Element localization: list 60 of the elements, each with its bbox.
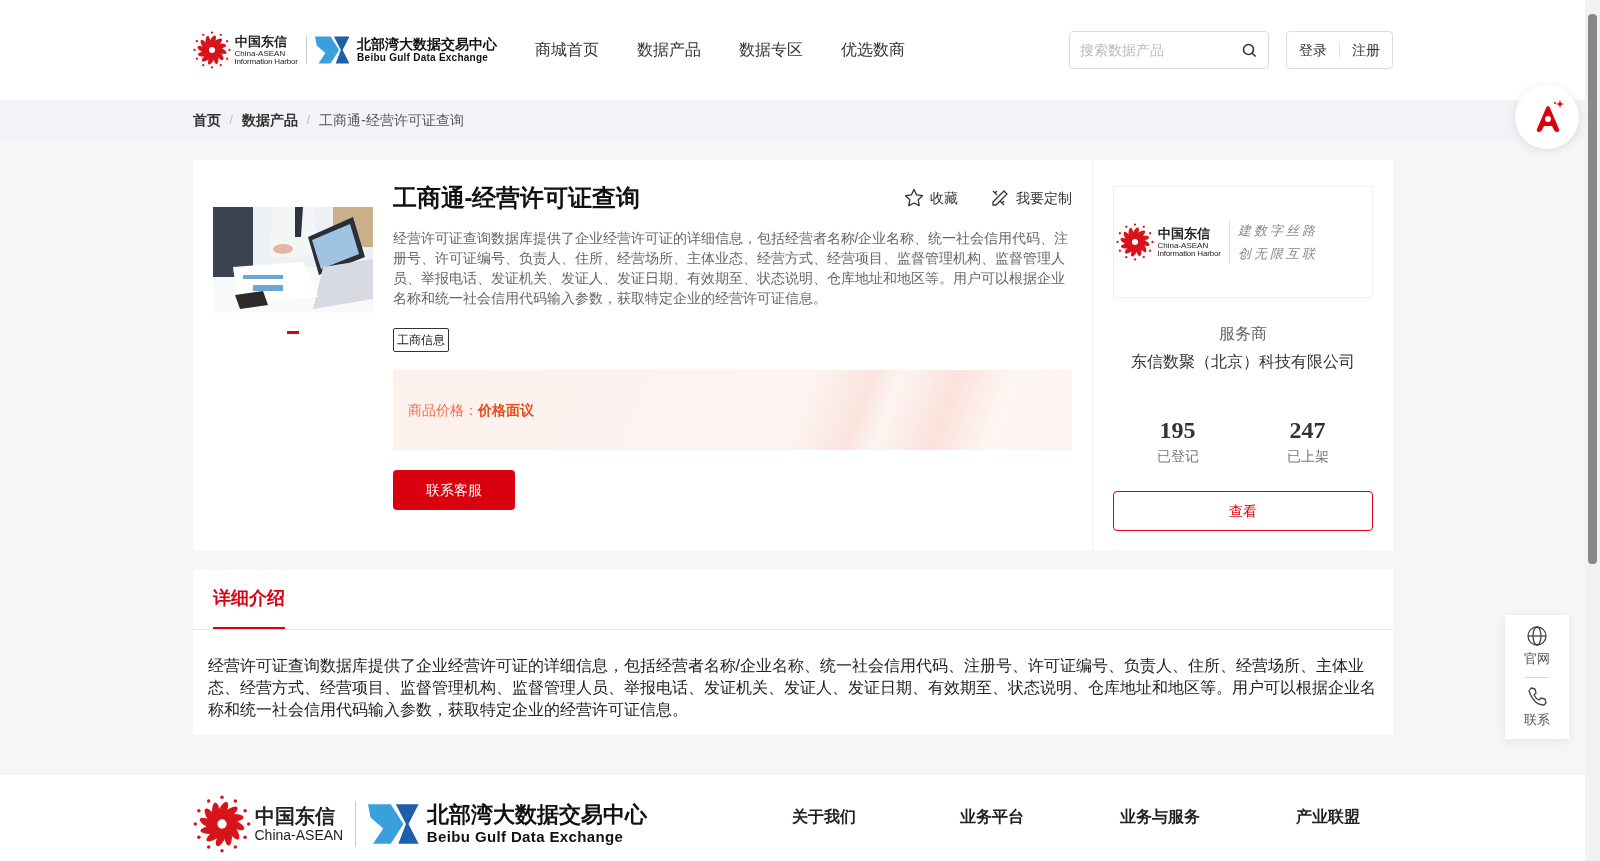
stat-value: 247 <box>1289 416 1326 444</box>
auth-link[interactable]: 登录 <box>1298 39 1327 61</box>
pencil-ruler-icon <box>989 188 1010 208</box>
tag: 工商信息 <box>392 328 449 352</box>
detail-text: 经营许可证查询数据库提供了企业经营许可证的详细信息，包括经营者名称/企业名称、统一社会信用代码、注册号、许可证编号、负责人、住所、经营场所、主体业态、经营方式、经营项目、监督管理机构、监督管理人员、举报电话、发证机关、发证人、发证日期、有效期至、状态说明、仓库地址和地区等。用户可以根据企业名称和统一社会信用代码输入参数，获取特定企业的经营许可证信息。 <box>206 656 1377 720</box>
carousel-indicator[interactable] <box>286 331 299 334</box>
logo-icon <box>192 31 231 69</box>
logo-english: China-ASEAN <box>234 49 287 58</box>
stat-value: 195 <box>1159 416 1196 444</box>
logo-subtitle: Information Harbor <box>234 57 298 66</box>
phone-icon <box>1526 685 1548 708</box>
logo-slogan: 创无限互联 <box>1237 245 1318 263</box>
nav-link[interactable]: 数据产品 <box>637 38 702 62</box>
nav-link[interactable]: 数据专区 <box>739 38 804 62</box>
footer-link[interactable]: 产业联盟 <box>1272 805 1383 829</box>
footer-link[interactable]: 业务平台 <box>936 805 1047 829</box>
scrollbar-thumb[interactable] <box>1588 14 1597 564</box>
provider-label: 服务商 <box>1218 324 1267 344</box>
breadcrumb-link[interactable]: 首页 <box>192 109 221 131</box>
product-title: 工商通-经营许可证查询 <box>392 183 642 213</box>
logo-slogan: 建数字丝路 <box>1237 221 1318 240</box>
logo-name: 北部湾大数据交易中心 <box>426 804 647 826</box>
nav-link[interactable]: 优选数商 <box>841 38 906 62</box>
action-button[interactable]: 我要定制 <box>989 187 1072 209</box>
logo-icon <box>1115 223 1154 261</box>
breadcrumb-separator: / <box>229 112 233 129</box>
logo-icon <box>192 795 251 853</box>
view-button[interactable]: 查看 <box>1112 491 1373 531</box>
stat-label: 已登记 <box>1156 447 1199 466</box>
side-link[interactable]: 联系 <box>1524 685 1550 729</box>
logo-english: Beibu Gulf Data Exchange <box>426 829 625 844</box>
logo-name: 中国东信 <box>1157 226 1211 240</box>
provider-name: 东信数聚（北京）科技有限公司 <box>1130 352 1355 372</box>
logo-name: 中国东信 <box>234 34 288 48</box>
auth-link[interactable]: 注册 <box>1351 39 1380 61</box>
search-field[interactable]: 搜索数据产品 <box>1068 31 1269 69</box>
stat-label: 已上架 <box>1286 447 1329 466</box>
logo-name: 北部湾大数据交易中心 <box>357 37 498 51</box>
logo-subtitle: Information Harbor <box>1157 249 1221 258</box>
logo-name: 中国东信 <box>254 806 336 826</box>
detail-tab[interactable]: 详细介绍 <box>212 570 285 629</box>
breadcrumb-link[interactable]: 数据产品 <box>241 109 298 131</box>
nav-link[interactable]: 商城首页 <box>535 38 600 62</box>
logo-english: China-ASEAN <box>254 828 344 842</box>
star-icon <box>903 188 924 208</box>
footer-link[interactable]: 关于我们 <box>768 805 879 829</box>
breadcrumb-current: 工商通-经营许可证查询 <box>319 110 464 130</box>
side-link[interactable]: 官网 <box>1524 625 1550 669</box>
logo-icon <box>368 802 419 846</box>
search-icon <box>1241 43 1257 58</box>
breadcrumb-separator: / <box>306 112 311 129</box>
product-description: 经营许可证查询数据库提供了企业经营许可证的详细信息，包括经营者名称/企业名称、统一社会信用代码、注册号、许可证编号、负责人、住所、经营场所、主体业态、经营方式、经营项目、监督管理机构、监督管理人员、举报电话、发证机关、发证人、发证日期、有效期至、状态说明、仓库地址和地区等。用户可以根据企业名称和统一社会信用代码输入参数，获取特定企业的经营许可证信息。 <box>392 229 1070 308</box>
footer-link[interactable]: 业务与服务 <box>1104 805 1215 829</box>
logo-english: Beibu Gulf Data Exchange <box>357 53 490 63</box>
logo-english: China-ASEAN <box>1157 241 1210 250</box>
price-text: 商品价格：价格面议 <box>407 400 534 420</box>
action-button[interactable]: 收藏 <box>903 187 958 209</box>
globe-icon <box>1526 625 1548 647</box>
contact-button[interactable]: 联系客服 <box>392 470 515 510</box>
logo-icon <box>314 35 350 65</box>
